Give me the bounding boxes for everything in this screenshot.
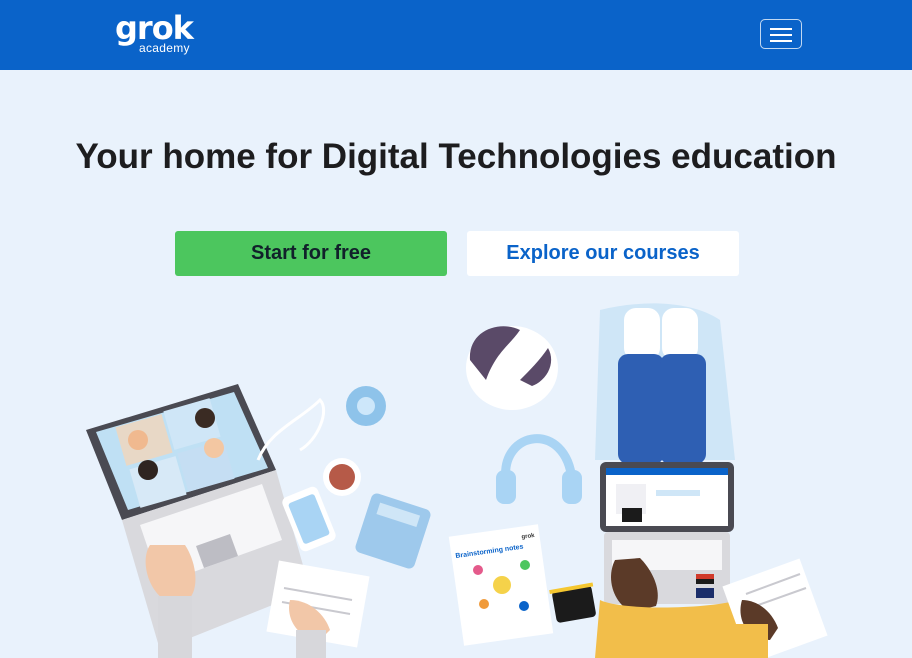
logo-subtext: academy (139, 41, 190, 55)
notebook-right (722, 558, 828, 658)
menu-toggle-button[interactable] (760, 19, 802, 49)
notebook-left (266, 560, 370, 658)
microbit-board (549, 582, 596, 623)
explore-courses-button[interactable]: Explore our courses (467, 231, 739, 276)
hamburger-line-icon (770, 40, 792, 42)
hero-title: Your home for Digital Technologies educa… (75, 137, 837, 176)
start-for-free-button[interactable]: Start for free (175, 231, 447, 276)
flower-toy (346, 386, 386, 426)
tea-cup (323, 458, 361, 496)
person-legs (595, 303, 735, 464)
grok-academy-logo[interactable]: grok academy (115, 9, 197, 55)
logo-wordmark: grok (115, 9, 194, 47)
earphones (256, 397, 326, 461)
sleeping-cat (466, 326, 558, 410)
top-navbar: grok academy (0, 0, 912, 70)
hamburger-line-icon (770, 28, 792, 30)
hero-illustration: Brainstorming notes grok (86, 303, 828, 658)
headphones (496, 434, 582, 504)
calculator (355, 493, 431, 569)
hamburger-line-icon (770, 34, 792, 36)
brainstorming-worksheet: Brainstorming notes grok (448, 524, 554, 646)
